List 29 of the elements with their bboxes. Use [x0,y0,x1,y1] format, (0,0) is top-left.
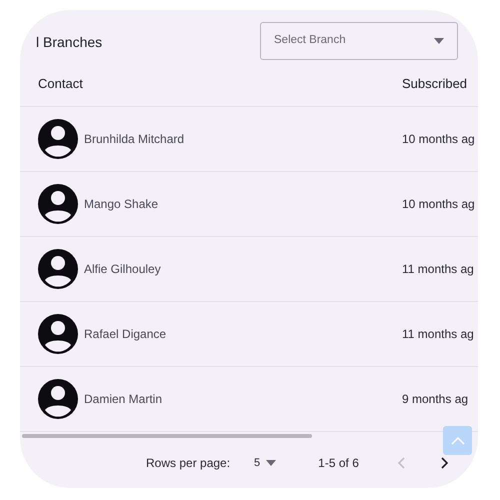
arrow-up-icon [450,436,464,446]
rows-per-page-select[interactable]: 5 [254,454,276,472]
column-header: Subscribed [402,75,468,94]
subscribed-time: 10 months ag [402,131,475,148]
avatar-icon [38,119,78,159]
subscribed-time: 9 months ag [402,391,468,408]
contact-name: Alfie Gilhouley [84,261,162,278]
subscribed-time: 11 months ag [402,326,474,343]
page-range: 1-5 of 6 [318,455,359,472]
next-page-button[interactable] [440,457,449,469]
previous-page-button[interactable] [396,457,405,469]
branch-select[interactable]: Select Branch [260,22,458,60]
avatar-icon [38,184,78,224]
rows-per-page-label: Rows per page: [146,455,230,472]
column-header: Contact [38,75,84,94]
contact-name: Damien Martin [84,391,164,408]
contact-name: Rafael Digance [84,326,168,343]
subscribed-time: 10 months ag [402,196,475,213]
avatar-icon [38,379,78,419]
chevron-left-icon [396,457,405,469]
page-title: l Branches [36,33,102,52]
avatar-icon [38,249,78,289]
chevron-right-icon [440,457,449,469]
subscribed-time: 11 months ag [402,261,474,278]
avatar-icon [38,314,78,354]
caret-icon [434,38,444,44]
caret-icon [266,460,276,466]
contact-name: Brunhilda Mitchard [84,131,186,148]
contact-name: Mango Shake [84,196,160,213]
